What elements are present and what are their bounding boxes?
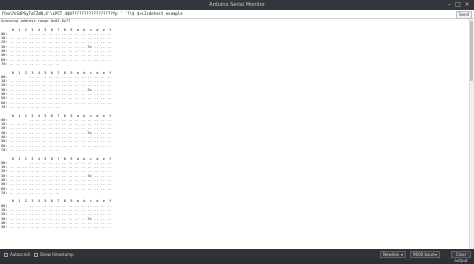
command-input[interactable] — [2, 10, 432, 18]
timestamp-label: Show timestamp — [40, 252, 74, 257]
window-controls: – □ × — [446, 0, 470, 10]
send-button[interactable]: Send — [456, 11, 472, 19]
scroll-thumb[interactable] — [470, 21, 473, 81]
minimize-icon[interactable]: – — [446, 2, 452, 8]
chevron-down-icon: ▾ — [434, 252, 437, 257]
autoscroll-checkbox[interactable]: Autoscroll — [4, 252, 30, 257]
output-line: 50: -- -- -- -- -- -- -- -- -- -- -- -- … — [1, 225, 112, 230]
checkbox-box[interactable] — [4, 252, 8, 257]
command-bar: Send — [0, 10, 474, 19]
chevron-down-icon: ▾ — [400, 252, 403, 257]
autoscroll-label: Autoscroll — [10, 252, 30, 257]
checkbox-box[interactable] — [34, 252, 38, 257]
clear-output-button[interactable]: Clear output — [451, 251, 471, 263]
baud-rate-select[interactable]: 9600 baud ▾ — [410, 251, 440, 258]
window-title: Arduino Serial Monitor — [209, 2, 265, 8]
serial-output: Scanning address range 0x03-0x77 0 1 2 3… — [0, 19, 470, 249]
baud-rate-value: 9600 baud — [413, 252, 435, 257]
timestamp-checkbox[interactable]: Show timestamp — [34, 252, 74, 257]
title-bar: Arduino Serial Monitor – □ × — [0, 0, 474, 10]
close-icon[interactable]: × — [464, 2, 470, 8]
maximize-icon[interactable]: □ — [455, 2, 461, 8]
line-ending-select[interactable]: Newline ▾ — [380, 251, 406, 258]
line-ending-value: Newline — [383, 252, 399, 257]
output-scrollbar[interactable] — [469, 19, 474, 249]
footer-bar: Autoscroll Show timestamp Newline ▾ 9600… — [0, 249, 474, 263]
